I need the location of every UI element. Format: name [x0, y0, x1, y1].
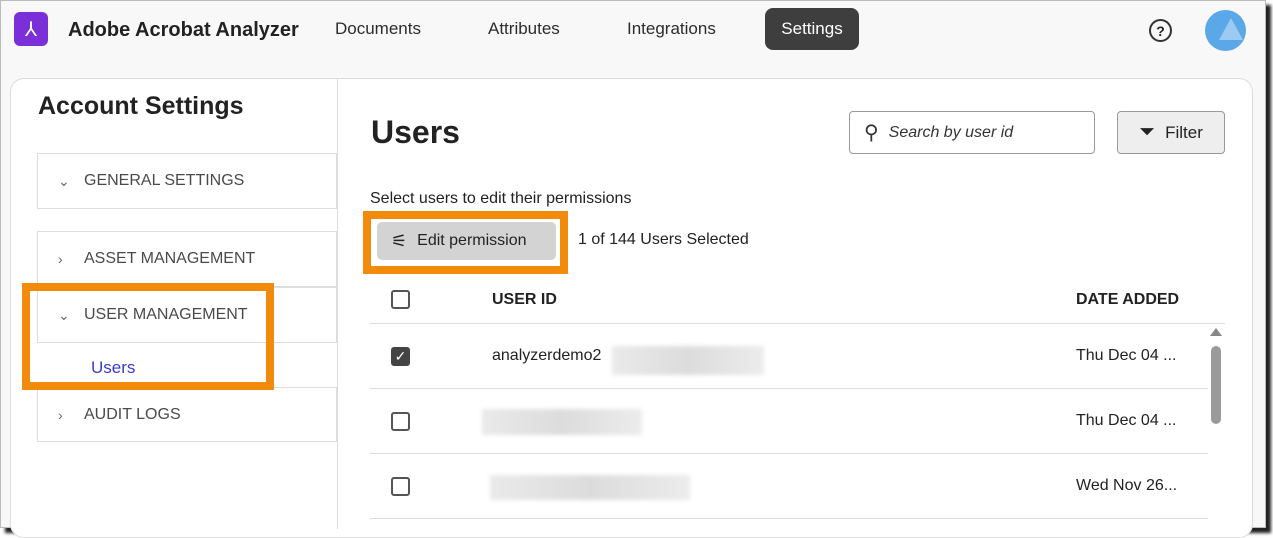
filter-label: Filter [1165, 122, 1203, 142]
sidebar-title: Account Settings [38, 92, 244, 120]
selection-count: 1 of 144 Users Selected [578, 231, 749, 248]
chevron-right-icon: › [58, 406, 63, 423]
sidebar-item-general-settings[interactable]: ⌄ GENERAL SETTINGS [37, 153, 337, 209]
selection-hint: Select users to edit their permissions [370, 190, 632, 207]
redacted-text [490, 475, 690, 500]
highlight-box [22, 283, 274, 390]
redacted-text [482, 409, 642, 435]
column-header-date-added[interactable]: DATE ADDED [1076, 291, 1179, 309]
divider [370, 323, 1225, 324]
help-icon[interactable]: ? [1149, 19, 1172, 42]
section-label: GENERAL SETTINGS [84, 172, 245, 189]
nav-documents[interactable]: Documents [335, 19, 421, 39]
nav-attributes[interactable]: Attributes [488, 19, 560, 39]
scrollbar-thumb[interactable] [1211, 346, 1221, 424]
date-cell: Thu Dec 04 ... [1076, 347, 1177, 364]
nav-integrations[interactable]: Integrations [627, 19, 716, 39]
redacted-text [612, 346, 764, 375]
search-placeholder: Search by user id [888, 123, 1014, 141]
search-input[interactable]: ⚲ Search by user id [849, 111, 1095, 154]
date-cell: Wed Nov 26... [1076, 477, 1178, 494]
divider [370, 453, 1208, 454]
scroll-up-arrow-icon[interactable] [1210, 328, 1222, 336]
filter-button[interactable]: ⏷ Filter [1117, 111, 1225, 154]
row-checkbox[interactable] [391, 412, 410, 431]
row-checkbox[interactable] [391, 477, 410, 496]
sidebar-item-audit-logs[interactable]: › AUDIT LOGS [37, 387, 337, 442]
chevron-right-icon: › [58, 251, 63, 267]
row-checkbox[interactable]: ✓ [391, 347, 410, 366]
divider [370, 388, 1208, 389]
date-cell: Thu Dec 04 ... [1076, 412, 1177, 429]
select-all-checkbox[interactable] [391, 290, 410, 309]
column-header-user-id[interactable]: USER ID [492, 291, 557, 309]
avatar[interactable] [1205, 10, 1246, 51]
filter-icon: ⏷ [1139, 121, 1156, 143]
chevron-down-icon: ⌄ [58, 172, 70, 189]
section-label: AUDIT LOGS [84, 405, 181, 423]
nav-settings[interactable]: Settings [765, 8, 859, 50]
acrobat-logo-icon: ⅄ [14, 12, 48, 46]
sidebar-item-asset-management[interactable]: › ASSET MANAGEMENT [37, 231, 337, 287]
app-title: Adobe Acrobat Analyzer [68, 19, 299, 41]
divider [370, 518, 1208, 519]
section-label: ASSET MANAGEMENT [84, 250, 256, 267]
highlight-box [363, 211, 568, 274]
sidebar-divider [337, 79, 338, 529]
page-title: Users [371, 114, 460, 150]
search-icon: ⚲ [864, 122, 879, 144]
user-id-cell: analyzerdemo2 [492, 347, 602, 364]
